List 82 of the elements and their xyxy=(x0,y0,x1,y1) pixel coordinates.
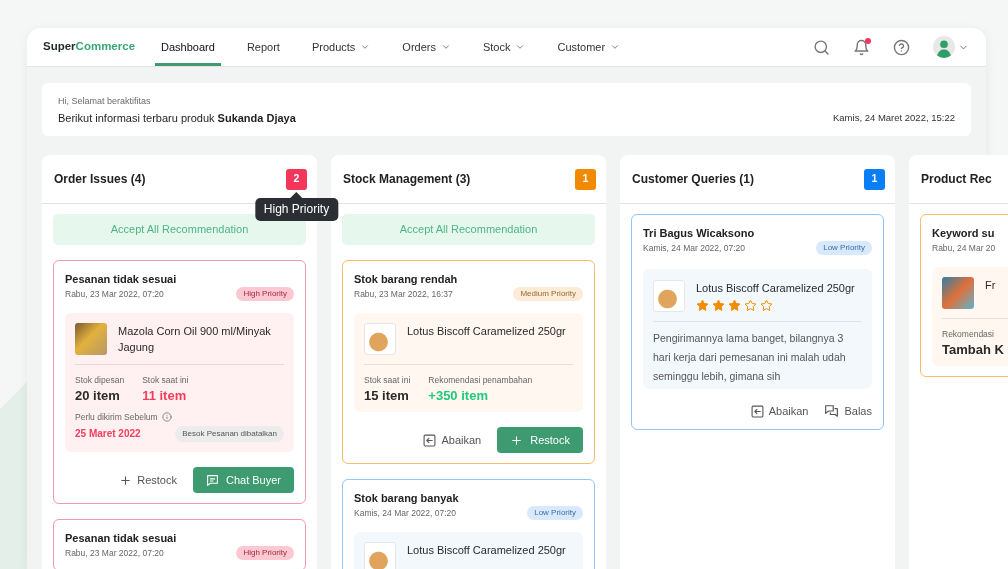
card-title: Pesanan tidak sesuai xyxy=(65,272,178,287)
plus-icon xyxy=(119,473,133,487)
chevron-down-icon xyxy=(360,42,371,52)
card-title: Pesanan tidak sesuai xyxy=(65,531,178,546)
star-icon xyxy=(712,299,725,312)
nav-tab[interactable]: Products xyxy=(305,28,377,66)
card-title: Stok barang rendah xyxy=(354,272,459,287)
cancel-notice-badge: Besok Pesanan dibatalkan xyxy=(175,426,284,442)
stat-label: Stok dipesan xyxy=(75,374,125,386)
priority-badge: High Priority xyxy=(236,546,294,560)
stat-label: Rekomendasi xyxy=(942,328,995,340)
stat-value: 11 item xyxy=(142,387,188,404)
brand-logo[interactable]: SuperCommerce xyxy=(43,38,136,56)
plus-icon xyxy=(510,433,524,447)
help-icon[interactable] xyxy=(893,38,910,56)
star-icon xyxy=(760,299,773,312)
product-name: Lotus Biscoff Caramelized 250gr xyxy=(696,281,855,296)
text-action-button[interactable]: Abaikan xyxy=(423,430,482,450)
product-name: Lotus Biscoff Caramelized 250gr xyxy=(407,543,566,558)
nav-tab[interactable]: Stock xyxy=(476,28,532,66)
card-date: Rabu, 23 Mar 2022, 07:20 xyxy=(65,288,164,300)
card-title: Stok barang banyak xyxy=(354,491,460,506)
text-action-button[interactable]: Balas xyxy=(824,401,872,421)
nav-tab[interactable]: Dashboard xyxy=(155,28,221,66)
product-name: Fr xyxy=(985,278,996,293)
info-icon xyxy=(161,412,172,422)
avatar-icon[interactable] xyxy=(933,36,955,58)
stat-value: Tambah K xyxy=(942,341,1004,358)
stat-label: Stok saat ini xyxy=(364,374,411,386)
stat-label: Stok saat ini xyxy=(142,374,189,386)
column-title: Product Rec xyxy=(921,171,992,188)
card-date: Rabu, 23 Mar 2022, 07:20 xyxy=(65,547,164,559)
box-arrow-left-icon xyxy=(423,433,437,447)
card-date: Kamis, 24 Mar 2022, 07:20 xyxy=(354,507,457,519)
star-icon xyxy=(728,299,741,312)
product-name: Lotus Biscoff Caramelized 250gr xyxy=(407,324,566,339)
column-title: Stock Management (3) xyxy=(343,171,471,188)
card-date: Rabu, 24 Mar 20 xyxy=(932,242,996,254)
count-badge: 2 xyxy=(286,168,307,190)
customer-comment: Pengirimannya lama banget, bilangnya 3 hari kerja dari pemesanan ini malah udah seminggu lebih, gimana sih xyxy=(653,331,847,384)
photo-placeholder xyxy=(942,277,974,309)
greeting-salutation: Hi, Selamat beraktifitas xyxy=(58,95,152,107)
stat-value: 15 item xyxy=(364,387,410,404)
card-title: Tri Bagus Wicaksono xyxy=(643,226,756,241)
card-title: Keyword su xyxy=(932,226,996,241)
stat-value: +350 item xyxy=(428,387,489,404)
nav-tab[interactable]: Orders xyxy=(396,28,457,66)
search-icon[interactable] xyxy=(813,38,830,56)
star-icon xyxy=(744,299,757,312)
bell-icon[interactable] xyxy=(853,38,870,56)
count-badge: 1 xyxy=(864,168,885,190)
chevron-down-icon xyxy=(610,42,621,52)
chevron-down-icon xyxy=(440,42,451,52)
priority-badge: High Priority xyxy=(236,287,294,301)
tooltip: High Priority xyxy=(254,191,339,221)
photo-placeholder xyxy=(653,280,685,312)
nav-tab[interactable]: Report xyxy=(240,28,286,66)
column-title: Order Issues (4) xyxy=(54,171,146,188)
text-action-button[interactable]: Abaikan xyxy=(750,401,809,421)
nav-tab[interactable]: Customer xyxy=(551,28,627,66)
chat-icon xyxy=(205,473,219,487)
chat-bubbles-icon xyxy=(824,404,840,418)
stat-value: 20 item xyxy=(75,387,121,404)
card-date: Kamis, 24 Mar 2022, 07:20 xyxy=(643,242,746,254)
product-name: Mazola Corn Oil 900 ml/Minyak Jagung xyxy=(118,324,272,355)
card-date: Rabu, 23 Mar 2022, 16:37 xyxy=(354,288,453,300)
column-title: Customer Queries (1) xyxy=(632,171,755,188)
priority-badge: Low Priority xyxy=(816,241,872,255)
star-icon xyxy=(696,299,709,312)
deadline-label: Perlu dikirim Sebelum xyxy=(75,411,158,423)
photo-placeholder xyxy=(75,323,107,355)
text-action-button[interactable]: Restock xyxy=(119,470,177,490)
timestamp: Kamis, 24 Maret 2022, 15:22 xyxy=(833,111,955,125)
priority-badge: Medium Priority xyxy=(513,287,583,301)
stat-label: Rekomendasi penambahan xyxy=(428,374,533,386)
count-badge: 1 xyxy=(575,168,596,190)
photo-placeholder xyxy=(364,323,396,355)
chevron-down-icon xyxy=(515,42,526,52)
priority-badge: Low Priority xyxy=(527,506,583,520)
deadline-date: 25 Maret 2022 xyxy=(75,427,141,441)
box-arrow-left-icon xyxy=(750,404,764,418)
greeting-message: Berikut informasi terbaru produk Sukanda Djaya xyxy=(58,111,296,126)
